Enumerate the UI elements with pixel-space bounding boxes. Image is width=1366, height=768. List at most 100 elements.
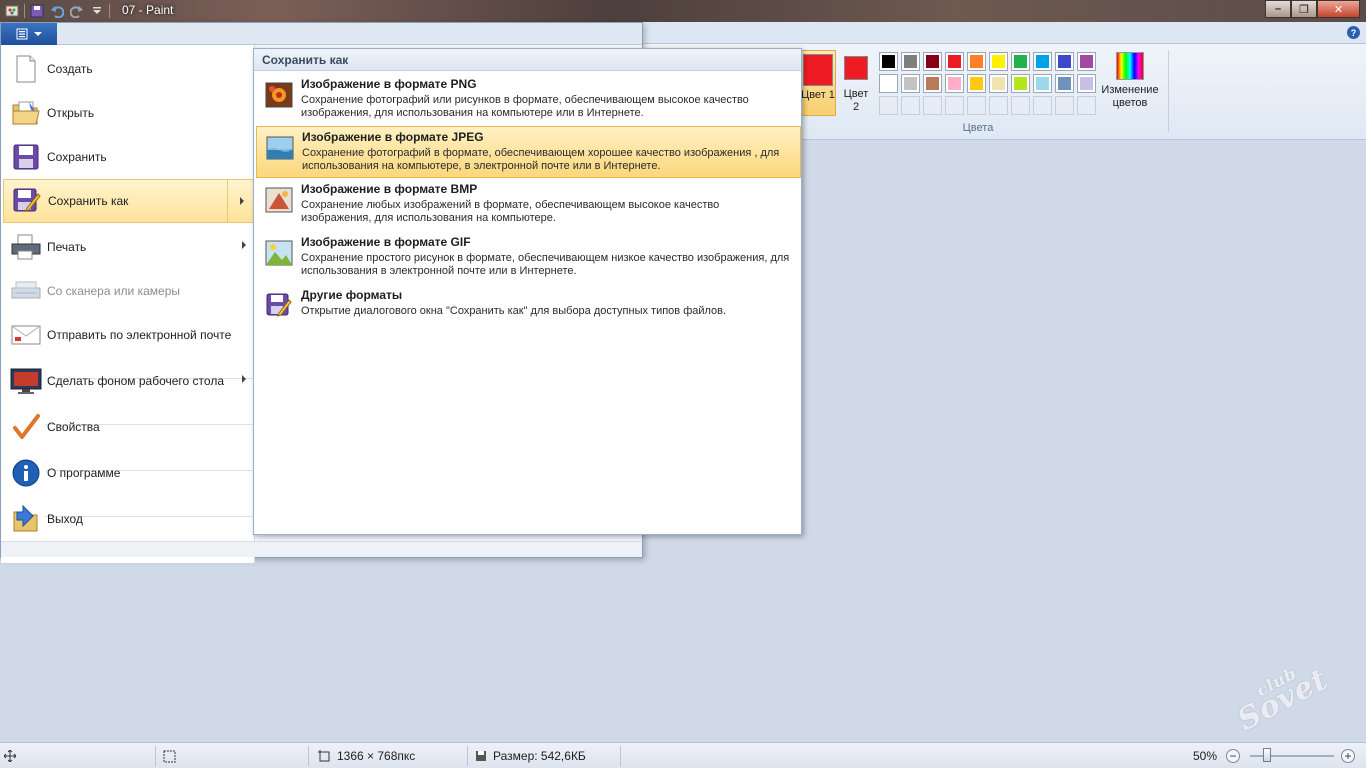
palette-color-swatch[interactable] (1055, 74, 1074, 93)
zoom-slider-thumb[interactable] (1262, 748, 1271, 762)
palette-empty-swatch[interactable] (1055, 96, 1074, 115)
format-description: Сохранение простого рисунок в формате, о… (301, 252, 790, 277)
maximize-button[interactable]: ❐ (1291, 0, 1317, 18)
swatch-fill (948, 77, 961, 90)
swatch-fill (992, 55, 1005, 68)
color1-button[interactable]: Цвет 1 (800, 50, 836, 116)
save-as-bmp[interactable]: Изображение в формате BMP Сохранение люб… (256, 179, 801, 231)
palette-empty-swatch[interactable] (1033, 96, 1052, 115)
customize-qat-icon[interactable] (89, 3, 105, 19)
swatch-fill (1036, 77, 1049, 90)
help-button[interactable]: ? (1347, 26, 1360, 39)
swatch-fill (1058, 77, 1071, 90)
status-divider (467, 746, 468, 766)
redo-icon[interactable] (69, 3, 85, 19)
swatch-fill (882, 77, 895, 90)
cursor-position (4, 743, 16, 768)
swatch-fill (1036, 55, 1049, 68)
menu-item-label: Сделать фоном рабочего стола (47, 374, 224, 388)
palette-color-swatch[interactable] (989, 52, 1008, 71)
file-menu-footer (1, 541, 642, 557)
bmp-image-icon (263, 186, 295, 214)
menu-item-save[interactable]: Сохранить (3, 135, 254, 179)
printer-icon (9, 230, 43, 264)
palette-color-swatch[interactable] (945, 74, 964, 93)
palette-color-swatch[interactable] (923, 52, 942, 71)
palette-color-swatch[interactable] (945, 52, 964, 71)
save-as-icon (10, 184, 44, 218)
palette-color-swatch[interactable] (1055, 52, 1074, 71)
palette-empty-swatch[interactable] (879, 96, 898, 115)
save-as-other-formats[interactable]: Другие форматы Открытие диалогового окна… (256, 285, 801, 337)
png-image-icon (263, 81, 295, 109)
file-menu-button[interactable] (1, 23, 57, 45)
jpeg-image-icon (264, 134, 296, 162)
zoom-level: 50% (1193, 743, 1217, 768)
minimize-button[interactable]: – (1265, 0, 1291, 18)
exit-icon (9, 502, 43, 536)
zoom-out-button[interactable]: − (1226, 749, 1240, 763)
palette-empty-swatch[interactable] (989, 96, 1008, 115)
palette-color-swatch[interactable] (1077, 74, 1096, 93)
qat-separator (109, 4, 110, 18)
menu-item-label: Выход (47, 512, 83, 526)
palette-empty-swatch[interactable] (945, 96, 964, 115)
window-title: 07 - Paint (122, 3, 174, 17)
menu-item-save-as[interactable]: Сохранить как (3, 179, 254, 223)
color1-swatch (803, 54, 833, 86)
format-title: Другие форматы (301, 288, 403, 302)
swatch-fill (926, 77, 939, 90)
palette-color-swatch[interactable] (1077, 52, 1096, 71)
status-divider (620, 746, 621, 766)
palette-color-swatch[interactable] (879, 74, 898, 93)
palette-empty-swatch[interactable] (923, 96, 942, 115)
menu-item-open[interactable]: Открыть (3, 91, 254, 135)
swatch-fill (992, 77, 1005, 90)
menu-item-label: Открыть (47, 106, 95, 120)
menu-item-properties[interactable]: Свойства (3, 405, 254, 449)
save-as-gif[interactable]: Изображение в формате GIF Сохранение про… (256, 232, 801, 284)
palette-color-swatch[interactable] (1011, 52, 1030, 71)
close-button[interactable]: ✕ (1317, 0, 1360, 18)
menu-item-exit[interactable]: Выход (3, 497, 254, 541)
qat-separator (24, 4, 25, 18)
format-title: Изображение в формате PNG (301, 77, 477, 91)
palette-color-swatch[interactable] (923, 74, 942, 93)
menu-item-label: Отправить по электронной почте (47, 328, 232, 342)
palette-color-swatch[interactable] (901, 74, 920, 93)
palette-color-swatch[interactable] (901, 52, 920, 71)
ribbon-separator (1168, 50, 1169, 132)
palette-empty-swatch[interactable] (1077, 96, 1096, 115)
palette-empty-swatch[interactable] (1011, 96, 1030, 115)
format-description: Открытие диалогового окна "Сохранить как… (301, 305, 727, 317)
save-as-png[interactable]: Изображение в формате PNG Сохранение фот… (256, 74, 801, 126)
palette-color-swatch[interactable] (967, 74, 986, 93)
title-bar: 07 - Paint – ❐ ✕ (0, 0, 1366, 22)
menu-item-label: Со сканера или камеры (47, 284, 180, 298)
paint-app-icon[interactable] (4, 3, 20, 19)
format-description: Сохранение фотографий или рисунков в фор… (301, 94, 749, 119)
status-bar: 1366 × 768пкс Размер: 542,6КБ 50% − + (0, 742, 1366, 768)
zoom-in-button[interactable]: + (1341, 749, 1355, 763)
palette-color-swatch[interactable] (989, 74, 1008, 93)
save-as-jpeg[interactable]: Изображение в формате JPEG Сохранение фо… (256, 126, 801, 178)
swatch-fill (926, 55, 939, 68)
menu-item-about[interactable]: О программе (3, 451, 254, 495)
palette-empty-swatch[interactable] (967, 96, 986, 115)
menu-item-label: Сохранить как (48, 194, 129, 208)
palette-empty-swatch[interactable] (901, 96, 920, 115)
palette-color-swatch[interactable] (1033, 52, 1052, 71)
menu-item-desktop-background[interactable]: Сделать фоном рабочего стола (3, 359, 254, 403)
color2-button[interactable]: Цвет 2 (842, 56, 870, 114)
edit-colors-button[interactable]: Изменение цветов (1100, 52, 1160, 110)
palette-color-swatch[interactable] (967, 52, 986, 71)
menu-item-print[interactable]: Печать (3, 225, 254, 269)
menu-item-email[interactable]: Отправить по электронной почте (3, 313, 254, 357)
disk-icon (476, 751, 486, 761)
menu-item-new[interactable]: Создать (3, 47, 254, 91)
palette-color-swatch[interactable] (1033, 74, 1052, 93)
save-icon[interactable] (29, 3, 45, 19)
undo-icon[interactable] (49, 3, 65, 19)
palette-color-swatch[interactable] (879, 52, 898, 71)
palette-color-swatch[interactable] (1011, 74, 1030, 93)
